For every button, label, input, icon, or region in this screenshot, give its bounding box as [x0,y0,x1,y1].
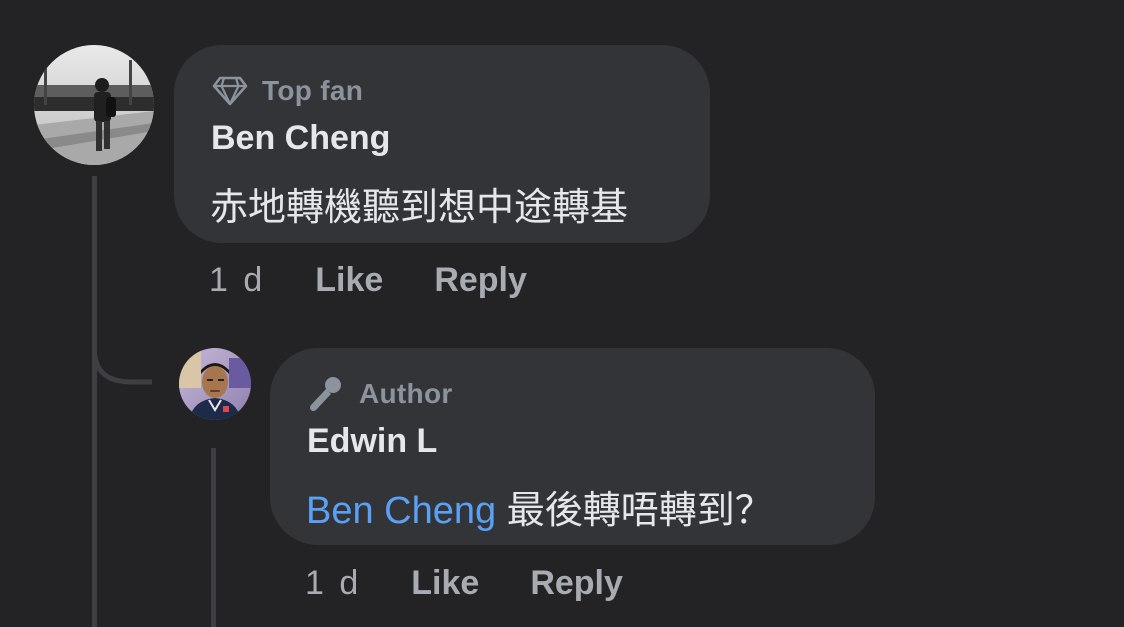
mention-link[interactable]: Ben Cheng [306,490,496,532]
comment-thread: Top fan Ben Cheng 赤地轉機聽到想中途轉基 1 d Like R… [0,0,1124,627]
comment-timestamp[interactable]: 1 d [209,261,265,300]
reply-button[interactable]: Reply [530,564,623,603]
comment-actions-2: 1 d Like Reply [305,561,623,605]
microphone-icon [307,375,345,413]
like-button[interactable]: Like [411,564,479,603]
comment-timestamp[interactable]: 1 d [305,564,361,603]
thread-line-reply [211,448,216,627]
reply-button[interactable]: Reply [434,261,527,300]
comment-author-name[interactable]: Ben Cheng [211,119,390,158]
comment-author-name[interactable]: Edwin L [307,422,437,461]
avatar-edwin-l[interactable] [179,348,251,420]
badge-label: Top fan [262,75,364,106]
diamond-icon [212,75,248,107]
top-fan-badge: Top fan [212,72,363,110]
thread-connector-curve [92,330,152,385]
thread-line-main [92,176,97,627]
badge-label: Author [359,378,453,409]
comment-text-line: Ben Cheng 最後轉唔轉到？ [306,479,773,534]
avatar-photo [179,348,251,420]
like-button[interactable]: Like [315,261,383,300]
author-badge: Author [307,374,453,414]
comment-text: 赤地轉機聽到想中途轉基 [210,187,629,229]
comment-text: 最後轉唔轉到？ [506,490,773,532]
avatar-ben-cheng[interactable] [34,45,154,165]
avatar-photo [34,45,154,165]
comment-actions-1: 1 d Like Reply [209,258,527,302]
